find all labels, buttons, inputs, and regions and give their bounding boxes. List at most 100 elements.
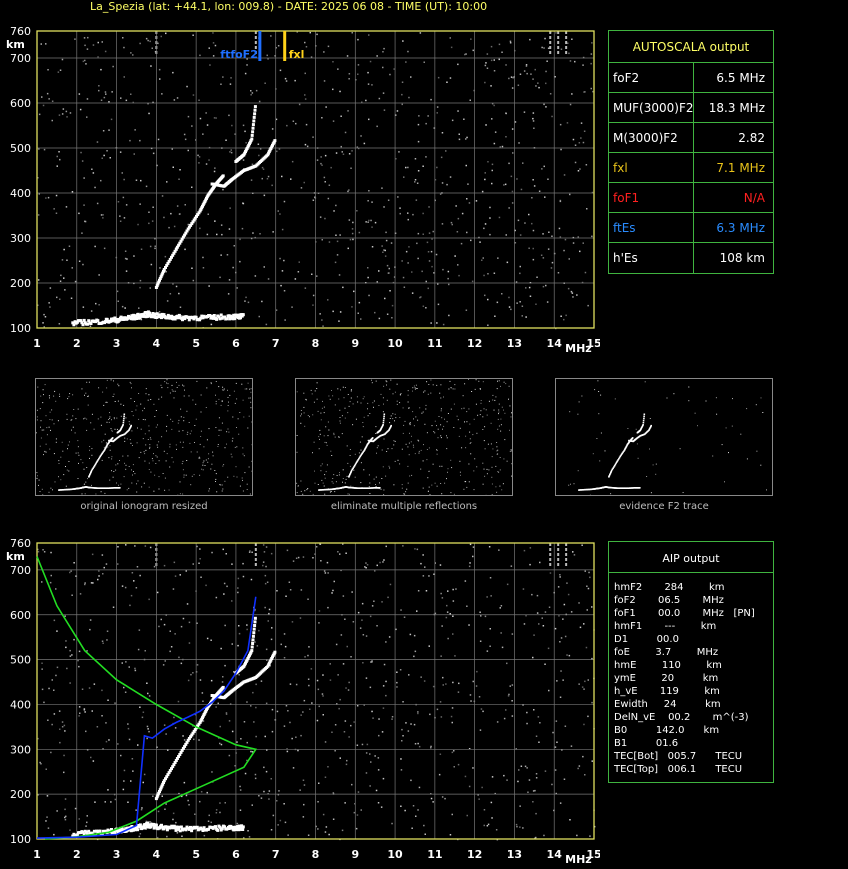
noise-dot [509,40,512,43]
noise-dot [371,605,374,607]
noise-dot [332,88,334,91]
thumb-noise [482,483,484,485]
thumb-noise [86,467,88,468]
noise-dot [529,38,531,41]
thumb-noise [142,438,144,440]
thumb-noise [430,392,432,394]
thumb-noise [474,458,476,460]
thumb-noise [614,398,616,400]
noise-dot [47,719,49,721]
thumb-noise [355,418,357,420]
noise-dot [486,53,489,55]
noise-dot [220,743,223,746]
noise-dot [206,791,208,794]
noise-dot [400,805,402,807]
thumb-noise [48,426,50,428]
thumb-noise [480,400,482,401]
x-tick-label: 5 [192,848,200,861]
thumb-noise [378,405,380,406]
noise-dot [417,257,419,260]
noise-dot [365,221,367,223]
aip-line: Ewidth 24 km [614,699,721,710]
thumb-noise [75,418,77,420]
noise-dot [420,676,422,678]
thumb-noise [334,491,336,493]
noise-dot [267,620,269,622]
aip-line: hmE 110 km [614,660,722,671]
noise-dot [317,828,319,830]
noise-dot [417,140,420,143]
noise-dot [441,182,444,184]
noise-dot [242,562,244,565]
noise-dot [163,623,166,626]
thumb-noise [492,448,494,450]
noise-dot [192,279,195,282]
noise-dot [538,741,540,743]
x-tick-label: 3 [113,337,121,350]
noise-dot [388,267,390,270]
noise-dot [342,543,344,545]
thumb-noise [465,447,467,449]
autoscala-divider [693,213,694,243]
thumb-noise [129,381,131,383]
noise-dot [528,247,530,249]
y-tick-label: 200 [10,788,31,801]
noise-dot [303,699,306,702]
noise-dot [123,46,125,49]
noise-dot [536,612,539,614]
noise-dot [503,774,505,777]
thumb-noise [405,443,407,445]
noise-dot [566,654,568,656]
noise-dot [411,292,414,294]
noise-dot [255,735,257,738]
noise-dot [263,790,265,793]
thumb-noise [466,486,468,488]
noise-dot [360,318,362,320]
noise-dot [154,245,156,247]
thumb-noise [109,449,111,451]
noise-dot [73,562,75,564]
noise-dot [78,715,80,717]
noise-dot [407,218,409,221]
thumb-noise [343,397,345,399]
noise-dot [151,220,154,222]
noise-dot [320,560,322,562]
noise-dot [592,90,594,93]
noise-dot [139,574,141,577]
noise-dot [452,615,454,617]
noise-dot [586,585,588,587]
noise-dot [368,34,370,36]
noise-dot [369,60,372,63]
noise-dot [106,630,109,632]
noise-dot [116,290,119,293]
noise-dot [415,199,418,201]
noise-dot [368,118,370,121]
y-tick-label: 760 [10,537,31,550]
noise-dot [330,166,332,169]
noise-dot [69,682,71,684]
thumb-noise [117,383,119,385]
noise-dot [119,151,122,153]
noise-dot [422,233,424,235]
thumb-noise [499,485,501,487]
noise-dot [114,702,116,704]
thumb-noise [329,398,331,400]
noise-dot [228,754,231,757]
thumb-noise [386,451,388,452]
thumb-noise [483,408,485,410]
thumb-noise [428,471,430,472]
noise-dot [102,214,104,216]
noise-dot [186,85,188,88]
thumb-noise [165,460,167,462]
noise-dot [559,641,561,643]
noise-dot [458,138,461,141]
thumb-noise [463,488,465,490]
noise-dot [342,595,345,597]
thumb-noise [393,444,395,446]
thumb-noise [411,435,412,437]
thumb-noise [307,488,309,489]
noise-dot [86,815,88,817]
thumb-noise [610,493,612,495]
noise-dot [359,627,362,629]
noise-dot [350,656,352,658]
